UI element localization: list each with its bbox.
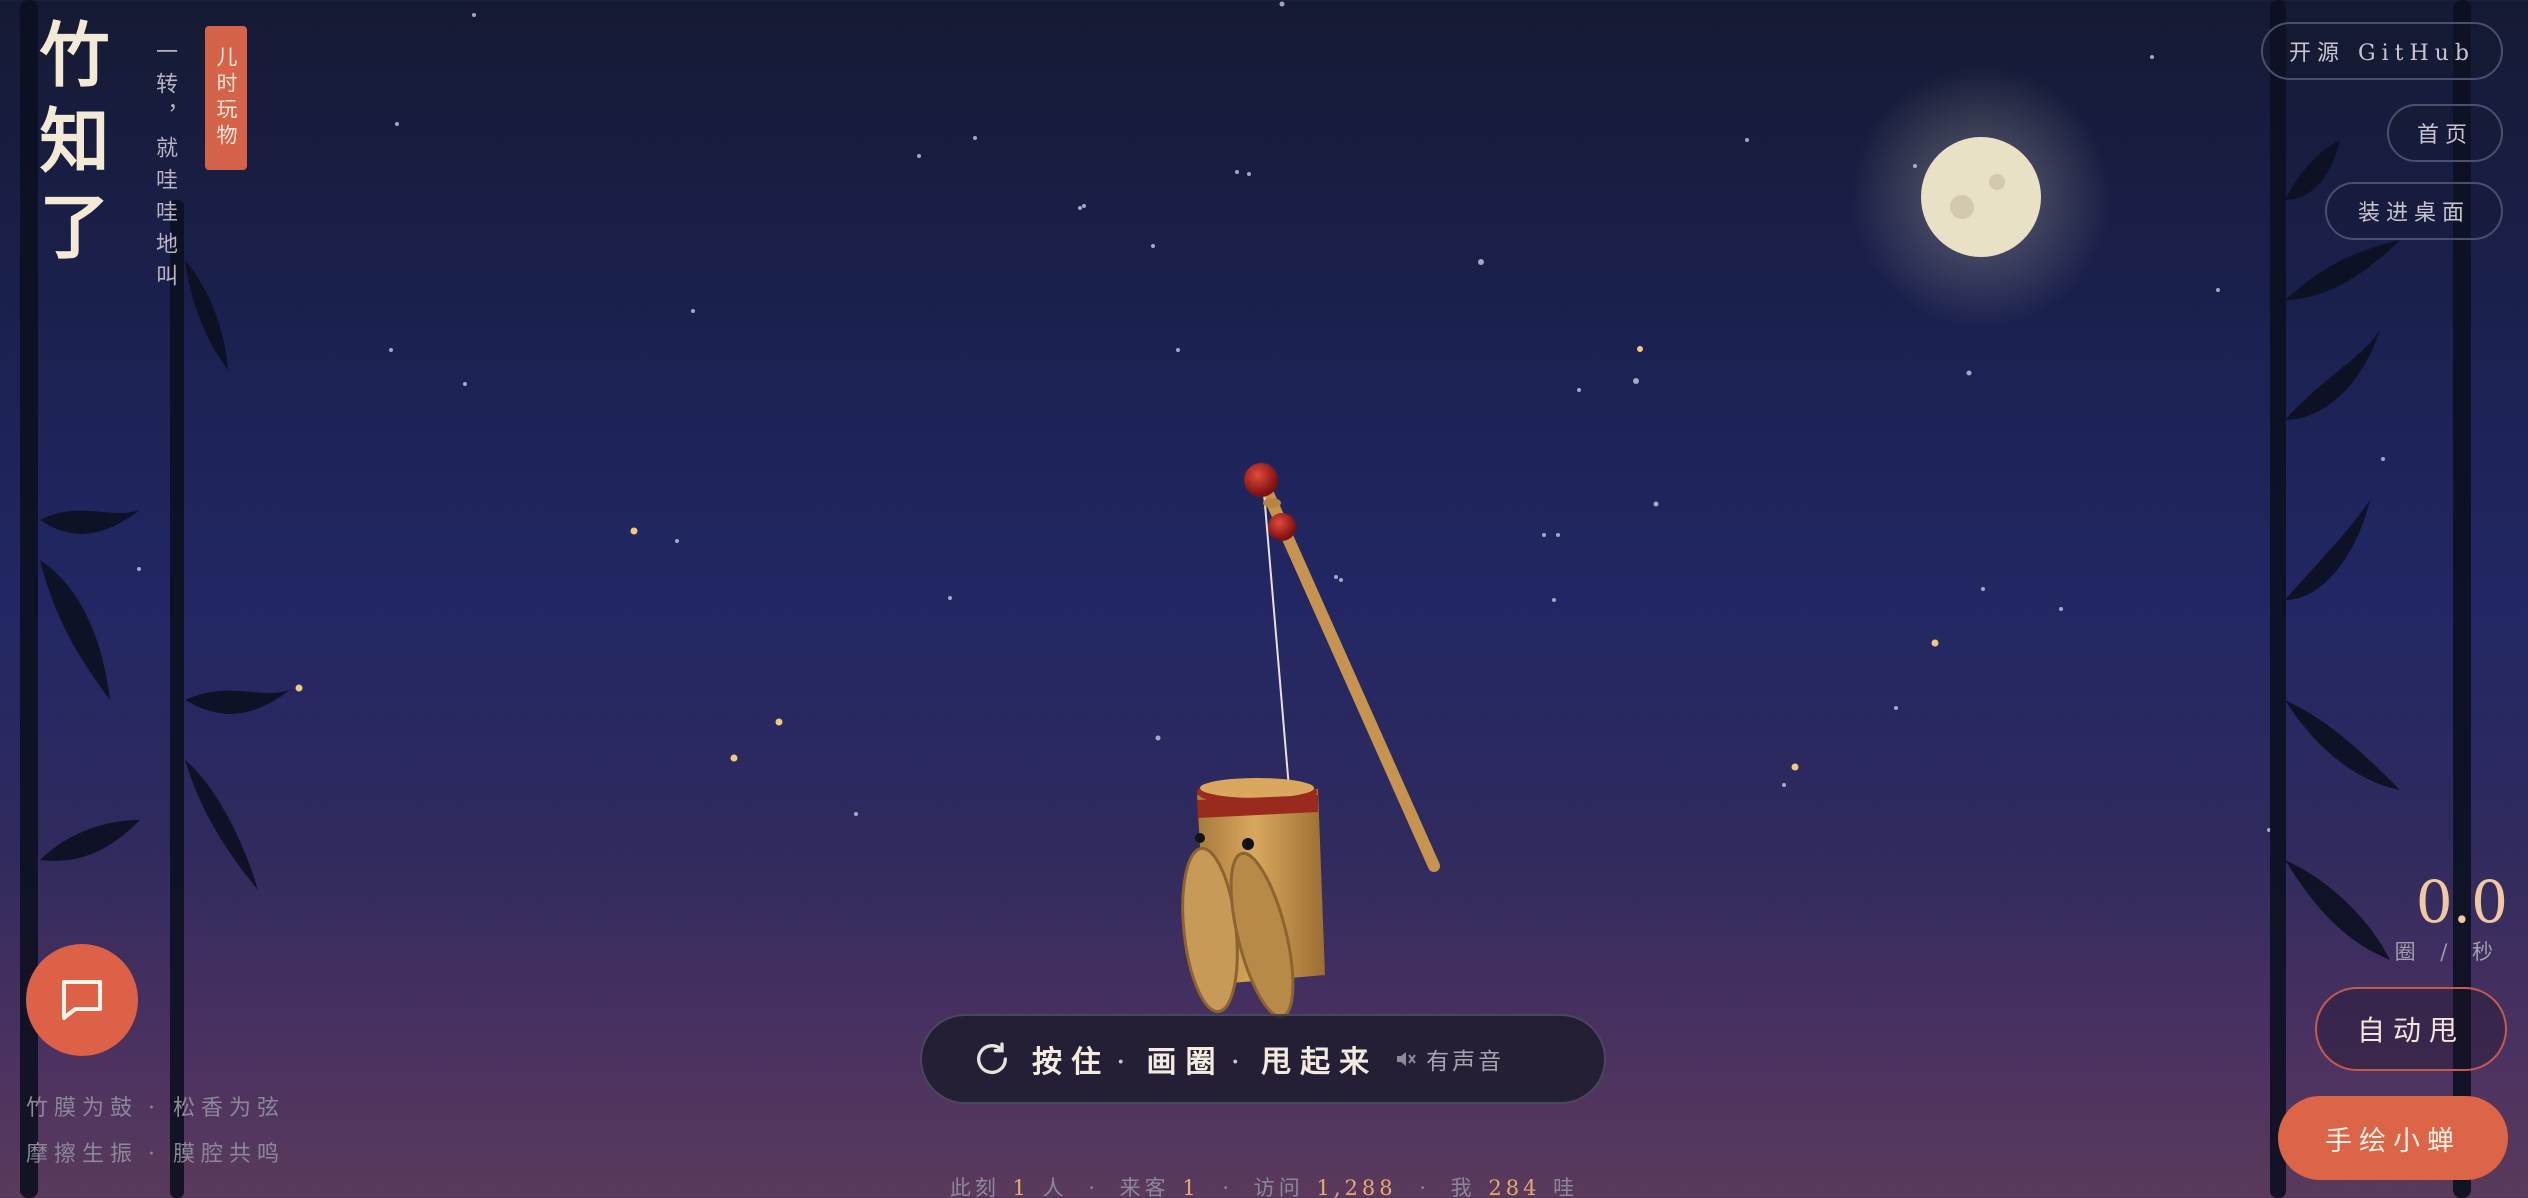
caption-text: 膜腔共鸣: [173, 1142, 286, 1167]
instruction-text: 按住 · 画圈 · 甩起来: [1032, 1037, 1378, 1081]
instruction-separator: ·: [1116, 1045, 1135, 1080]
instruction-step-swing: 甩起来: [1261, 1045, 1379, 1080]
stat-me-unit: 哇: [1553, 1176, 1579, 1198]
home-link-button[interactable]: 首页: [2387, 104, 2503, 162]
instruction-separator: ·: [1230, 1045, 1250, 1080]
install-desktop-button[interactable]: 装进桌面: [2325, 182, 2503, 240]
chat-bubble-icon: [61, 979, 103, 1021]
caption-text: 松香为弦: [173, 1096, 286, 1121]
moon: [1851, 67, 2111, 327]
speed-value: 0.0: [2415, 868, 2508, 936]
chat-button[interactable]: [26, 944, 138, 1056]
stat-now-value: 1: [1012, 1176, 1030, 1198]
caption-line-2: 摩擦生振 · 膜腔共鸣: [26, 1136, 285, 1168]
stat-guest-label: 来客: [1119, 1176, 1170, 1198]
caption-line-1: 竹膜为鼓 · 松香为弦: [26, 1090, 285, 1122]
stat-separator: ·: [1088, 1176, 1099, 1198]
stat-visit-label: 访问: [1253, 1176, 1304, 1198]
sound-toggle[interactable]: 有声音: [1394, 1042, 1504, 1076]
brand-seal-text: 儿时玩物: [214, 46, 238, 150]
stat-me-label: 我: [1450, 1176, 1476, 1198]
github-link-button[interactable]: 开源 GitHub: [2261, 22, 2503, 80]
stat-now-unit: 人: [1042, 1176, 1068, 1198]
instruction-bar: 按住 · 画圈 · 甩起来 有声音: [920, 1014, 1606, 1104]
brand-title: 竹知了: [28, 18, 111, 276]
brand-slogan: 一转，就哇哇地叫: [152, 40, 177, 296]
instruction-step-circle: 画圈: [1146, 1045, 1225, 1080]
stat-now-label: 此刻: [949, 1176, 1000, 1198]
draw-cicada-button[interactable]: 手绘小蝉: [2278, 1096, 2508, 1180]
speaker-icon: [1397, 1052, 1416, 1066]
caption-separator: ·: [148, 1142, 162, 1167]
speed-unit: 圈 / 秒: [2394, 940, 2502, 964]
cicada-toy: [1181, 463, 1440, 1019]
stat-visit-value: 1,288: [1316, 1176, 1397, 1198]
instruction-step-hold: 按住: [1032, 1045, 1110, 1080]
caption-text: 摩擦生振: [26, 1142, 139, 1167]
auto-spin-button[interactable]: 自动甩: [2315, 987, 2507, 1071]
stat-separator: ·: [1419, 1176, 1430, 1198]
stat-guest-value: 1: [1182, 1176, 1200, 1198]
glowing-stars: [295, 346, 1939, 771]
stat-separator: ·: [1222, 1176, 1234, 1198]
rotate-icon: [977, 1042, 1007, 1075]
visitor-stats: 此刻 1 人 · 来客 1 · 访问 1,288 · 我 284 哇: [0, 1172, 2528, 1198]
stat-me-value: 284: [1488, 1176, 1541, 1198]
sound-label: 有声音: [1426, 1049, 1505, 1075]
brand-seal: 儿时玩物: [205, 26, 247, 170]
caption-text: 竹膜为鼓: [26, 1096, 139, 1121]
caption-separator: ·: [148, 1096, 162, 1121]
